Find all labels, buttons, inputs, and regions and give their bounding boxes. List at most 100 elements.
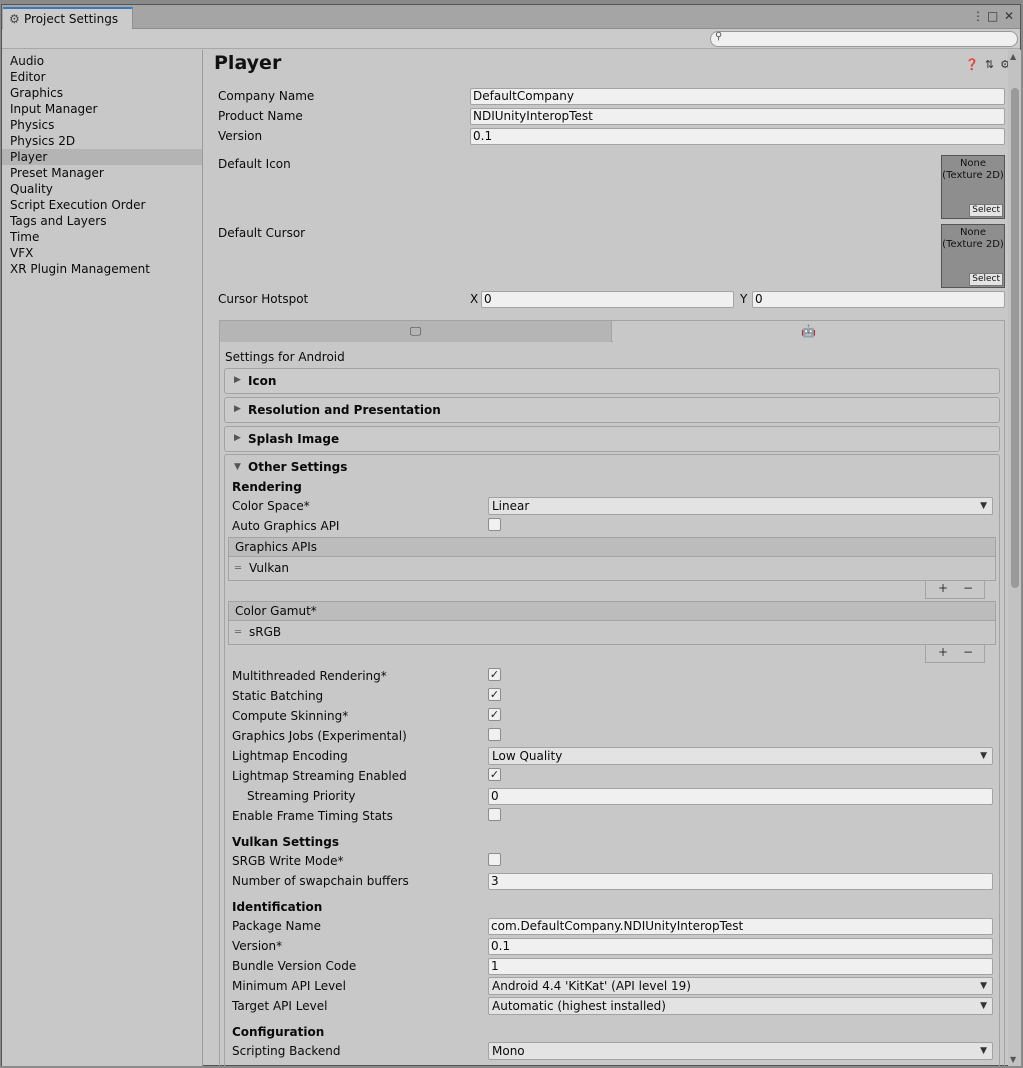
texture-none-label: None bbox=[959, 158, 987, 169]
search-input[interactable]: ⚲ bbox=[710, 31, 1018, 47]
collapsed-arrow-icon: ▶ bbox=[234, 404, 241, 414]
graphics-api-item[interactable]: Vulkan bbox=[249, 561, 289, 575]
cursor-hotspot-label: Cursor Hotspot bbox=[218, 292, 309, 306]
bundle-code-field[interactable]: 1 bbox=[488, 958, 993, 975]
header-icons: ❓ ⇅ ⚙ bbox=[959, 58, 1010, 71]
sidebar-item-preset-manager[interactable]: Preset Manager bbox=[2, 165, 202, 181]
scripting-backend-label: Scripting Backend bbox=[232, 1044, 341, 1058]
frame-timing-checkbox[interactable] bbox=[488, 808, 501, 821]
compute-skinning-checkbox[interactable]: ✓ bbox=[488, 708, 501, 721]
version-label: Version bbox=[218, 129, 263, 143]
frame-timing-label: Enable Frame Timing Stats bbox=[232, 809, 393, 823]
hotspot-y-field[interactable]: 0 bbox=[752, 291, 1005, 308]
sidebar-item-input-manager[interactable]: Input Manager bbox=[2, 101, 202, 117]
more-options-icon[interactable]: ⋮ bbox=[972, 9, 984, 23]
static-batching-checkbox[interactable]: ✓ bbox=[488, 688, 501, 701]
multithreaded-checkbox[interactable]: ✓ bbox=[488, 668, 501, 681]
tab-project-settings[interactable]: ⚙ Project Settings bbox=[3, 7, 133, 29]
srgb-write-checkbox[interactable] bbox=[488, 853, 501, 866]
chevron-down-icon: ▼ bbox=[980, 1001, 987, 1011]
remove-icon[interactable]: − bbox=[963, 581, 973, 595]
color-space-dropdown[interactable]: Linear ▼ bbox=[488, 497, 993, 515]
preset-icon[interactable]: ⇅ bbox=[985, 58, 994, 71]
add-icon[interactable]: + bbox=[938, 581, 948, 595]
color-gamut-list-controls: + − bbox=[925, 645, 985, 663]
default-cursor-select-button[interactable]: Select bbox=[969, 273, 1003, 286]
compute-skinning-label: Compute Skinning* bbox=[232, 709, 349, 723]
remove-icon[interactable]: − bbox=[963, 645, 973, 659]
other-settings-title[interactable]: Other Settings bbox=[248, 460, 347, 474]
color-gamut-list: ═ sRGB bbox=[228, 621, 996, 645]
texture-type-label: (Texture 2D) bbox=[942, 170, 1004, 181]
target-api-dropdown[interactable]: Automatic (highest installed) ▼ bbox=[488, 997, 993, 1015]
default-icon-label: Default Icon bbox=[218, 157, 291, 171]
sidebar-item-physics[interactable]: Physics bbox=[2, 117, 202, 133]
min-api-label: Minimum API Level bbox=[232, 979, 346, 993]
sidebar-item-graphics[interactable]: Graphics bbox=[2, 85, 202, 101]
drag-handle-icon[interactable]: ═ bbox=[235, 563, 241, 574]
foldout-title: Resolution and Presentation bbox=[248, 403, 441, 417]
lightmap-streaming-label: Lightmap Streaming Enabled bbox=[232, 769, 407, 783]
gear-icon: ⚙ bbox=[9, 12, 20, 26]
scroll-up-icon[interactable]: ▲ bbox=[1010, 52, 1016, 61]
scripting-backend-dropdown[interactable]: Mono ▼ bbox=[488, 1042, 993, 1060]
hotspot-x-label: X bbox=[470, 292, 479, 306]
sidebar-item-audio[interactable]: Audio bbox=[2, 53, 202, 69]
chevron-down-icon: ▼ bbox=[980, 1046, 987, 1056]
maximize-icon[interactable]: □ bbox=[987, 9, 998, 23]
rendering-heading: Rendering bbox=[232, 480, 302, 494]
settings-sidebar: Audio Editor Graphics Input Manager Phys… bbox=[2, 50, 203, 1066]
sidebar-item-physics-2d[interactable]: Physics 2D bbox=[2, 133, 202, 149]
collapsed-arrow-icon: ▶ bbox=[234, 433, 241, 443]
id-version-label: Version* bbox=[232, 939, 283, 953]
close-icon[interactable]: ✕ bbox=[1004, 9, 1014, 23]
sidebar-item-time[interactable]: Time bbox=[2, 229, 202, 245]
id-version-field[interactable]: 0.1 bbox=[488, 938, 993, 955]
target-api-label: Target API Level bbox=[232, 999, 328, 1013]
version-field[interactable]: 0.1 bbox=[470, 128, 1005, 145]
lightmap-encoding-dropdown[interactable]: Low Quality ▼ bbox=[488, 747, 993, 765]
company-name-field[interactable]: DefaultCompany bbox=[470, 88, 1005, 105]
configuration-heading: Configuration bbox=[232, 1025, 325, 1039]
swapchain-field[interactable]: 3 bbox=[488, 873, 993, 890]
default-cursor-label: Default Cursor bbox=[218, 226, 306, 240]
lightmap-streaming-checkbox[interactable]: ✓ bbox=[488, 768, 501, 781]
foldout-resolution[interactable]: ▶ Resolution and Presentation bbox=[224, 397, 1000, 423]
sidebar-item-player[interactable]: Player bbox=[2, 149, 202, 165]
tab-standalone[interactable]: 🖵 bbox=[220, 321, 612, 342]
color-gamut-item[interactable]: sRGB bbox=[249, 625, 281, 639]
sidebar-item-script-execution-order[interactable]: Script Execution Order bbox=[2, 197, 202, 213]
platform-tab-bar: 🖵 🤖 bbox=[219, 320, 1005, 342]
scrollbar-thumb[interactable] bbox=[1011, 88, 1019, 588]
chevron-down-icon: ▼ bbox=[980, 751, 987, 761]
min-api-dropdown[interactable]: Android 4.4 'KitKat' (API level 19) ▼ bbox=[488, 977, 993, 995]
sidebar-item-xr-plugin-management[interactable]: XR Plugin Management bbox=[2, 261, 202, 277]
drag-handle-icon[interactable]: ═ bbox=[235, 627, 241, 638]
tab-android[interactable]: 🤖 bbox=[613, 321, 1004, 342]
foldout-title: Splash Image bbox=[248, 432, 340, 446]
default-cursor-texture-slot[interactable]: None (Texture 2D) Select bbox=[941, 224, 1005, 288]
default-icon-select-button[interactable]: Select bbox=[969, 204, 1003, 217]
graphics-jobs-checkbox[interactable] bbox=[488, 728, 501, 741]
sidebar-item-editor[interactable]: Editor bbox=[2, 69, 202, 85]
foldout-icon[interactable]: ▶ Icon bbox=[224, 368, 1000, 394]
multithreaded-label: Multithreaded Rendering* bbox=[232, 669, 387, 683]
package-name-field[interactable]: com.DefaultCompany.NDIUnityInteropTest bbox=[488, 918, 993, 935]
expanded-arrow-icon[interactable]: ▼ bbox=[234, 462, 241, 472]
scroll-down-icon[interactable]: ▼ bbox=[1010, 1055, 1016, 1064]
vertical-scrollbar[interactable]: ▲ ▼ bbox=[1008, 50, 1021, 1066]
default-icon-texture-slot[interactable]: None (Texture 2D) Select bbox=[941, 155, 1005, 219]
foldout-splash[interactable]: ▶ Splash Image bbox=[224, 426, 1000, 452]
static-batching-label: Static Batching bbox=[232, 689, 324, 703]
hotspot-x-field[interactable]: 0 bbox=[481, 291, 734, 308]
streaming-priority-field[interactable]: 0 bbox=[488, 788, 993, 805]
sidebar-item-tags-and-layers[interactable]: Tags and Layers bbox=[2, 213, 202, 229]
texture-none-label: None bbox=[959, 227, 987, 238]
product-name-field[interactable]: NDIUnityInteropTest bbox=[470, 108, 1005, 125]
auto-graphics-api-checkbox[interactable] bbox=[488, 518, 501, 531]
sidebar-item-quality[interactable]: Quality bbox=[2, 181, 202, 197]
help-icon[interactable]: ❓ bbox=[965, 58, 979, 71]
add-icon[interactable]: + bbox=[938, 645, 948, 659]
sidebar-item-vfx[interactable]: VFX bbox=[2, 245, 202, 261]
graphics-apis-list: ═ Vulkan bbox=[228, 557, 996, 581]
